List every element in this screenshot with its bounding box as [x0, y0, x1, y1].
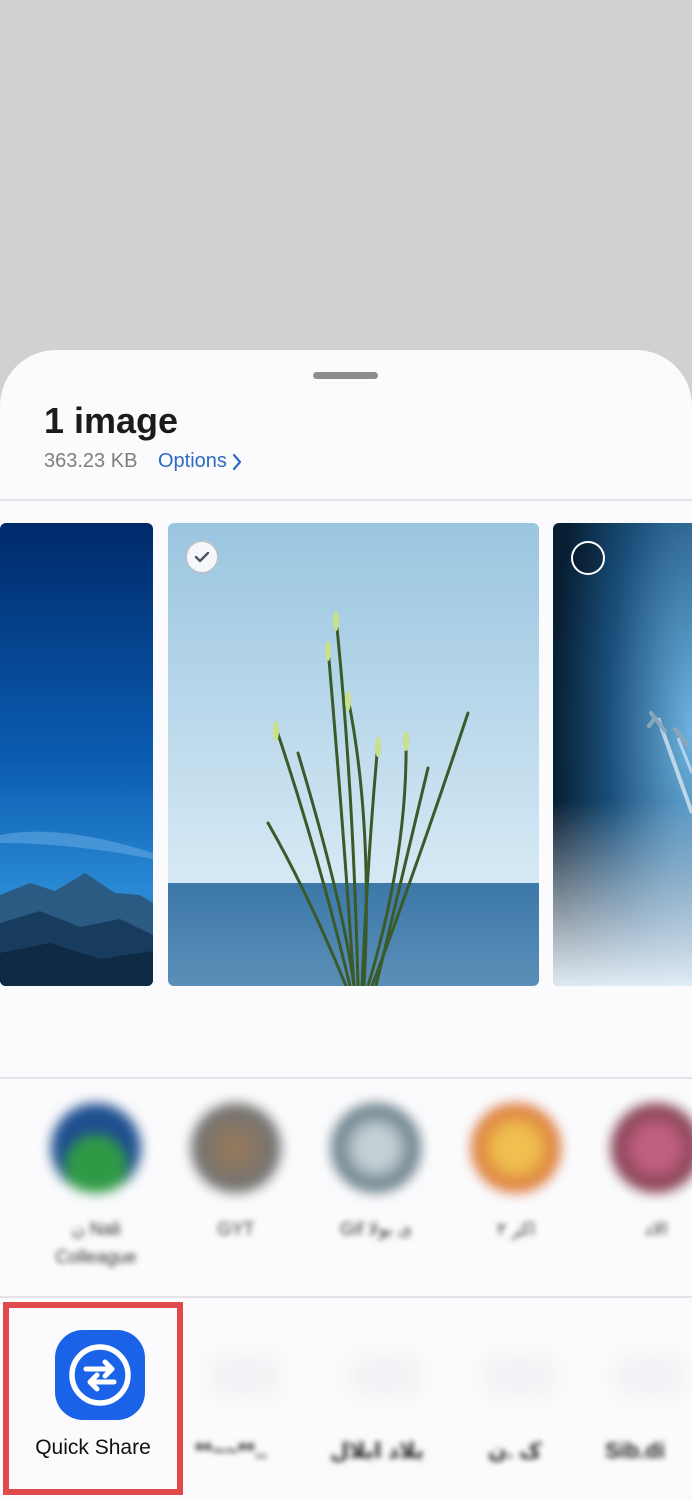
- check-icon: [194, 551, 210, 563]
- image-thumbnail[interactable]: [0, 523, 153, 986]
- app-icon[interactable]: [350, 1356, 420, 1396]
- options-link[interactable]: Options: [158, 450, 243, 473]
- contact-item[interactable]: اکر ۲: [456, 1103, 576, 1243]
- app-label: **~~**..: [195, 1438, 268, 1463]
- quick-share-icon: [55, 1330, 145, 1420]
- chevron-right-icon: [232, 453, 242, 470]
- options-label: Options: [158, 450, 227, 472]
- quick-share-label: Quick Share: [35, 1436, 151, 1459]
- divider: [0, 1077, 692, 1079]
- selection-checkbox[interactable]: [185, 540, 219, 574]
- avatar: [611, 1103, 692, 1193]
- avatar: [471, 1103, 561, 1193]
- drag-handle[interactable]: [313, 372, 378, 379]
- contact-name: Gif ی بولا: [340, 1219, 412, 1239]
- app-label: بلاد ابلال: [330, 1438, 424, 1463]
- jets-sky-photo: [553, 523, 692, 986]
- app-icon[interactable]: [485, 1356, 555, 1396]
- share-apps-row: Quick Share **~~**.. بلاد ابلال ک .ن Sib…: [0, 1298, 692, 1500]
- share-title: 1 image: [44, 400, 179, 441]
- app-label: Sib.di: [605, 1438, 665, 1463]
- app-label: ک .ن: [488, 1438, 542, 1463]
- avatar: [331, 1103, 421, 1193]
- divider: [0, 499, 692, 501]
- contact-item[interactable]: Gif ی بولا: [316, 1103, 436, 1243]
- contact-name: اکر ۲: [496, 1219, 536, 1239]
- avatar: [51, 1103, 141, 1193]
- direct-share-contacts: ن Nali Colleague GYT Gif ی بولا اکر ۲ ال…: [0, 1095, 692, 1295]
- file-size: 363.23 KB: [44, 450, 138, 472]
- contact-item[interactable]: GYT: [176, 1103, 296, 1243]
- share-sheet: 1 image 363.23 KB Options ن Nali Colleag…: [0, 350, 692, 1500]
- grass-sea-photo: [168, 523, 539, 986]
- image-thumbnail[interactable]: [553, 523, 692, 986]
- contact-name: ن Nali Colleague: [55, 1219, 137, 1267]
- contact-item[interactable]: الاد: [596, 1103, 692, 1243]
- app-icon[interactable]: [210, 1356, 280, 1396]
- contact-name: الاد: [644, 1219, 668, 1239]
- avatar: [191, 1103, 281, 1193]
- image-thumbnail[interactable]: [168, 523, 539, 986]
- app-icon[interactable]: [615, 1356, 685, 1396]
- mountain-night-photo: [0, 523, 153, 986]
- contact-item[interactable]: ن Nali Colleague: [36, 1103, 156, 1271]
- selection-checkbox[interactable]: [571, 541, 605, 575]
- contact-name: GYT: [217, 1219, 255, 1239]
- quick-share-app[interactable]: Quick Share: [3, 1302, 183, 1495]
